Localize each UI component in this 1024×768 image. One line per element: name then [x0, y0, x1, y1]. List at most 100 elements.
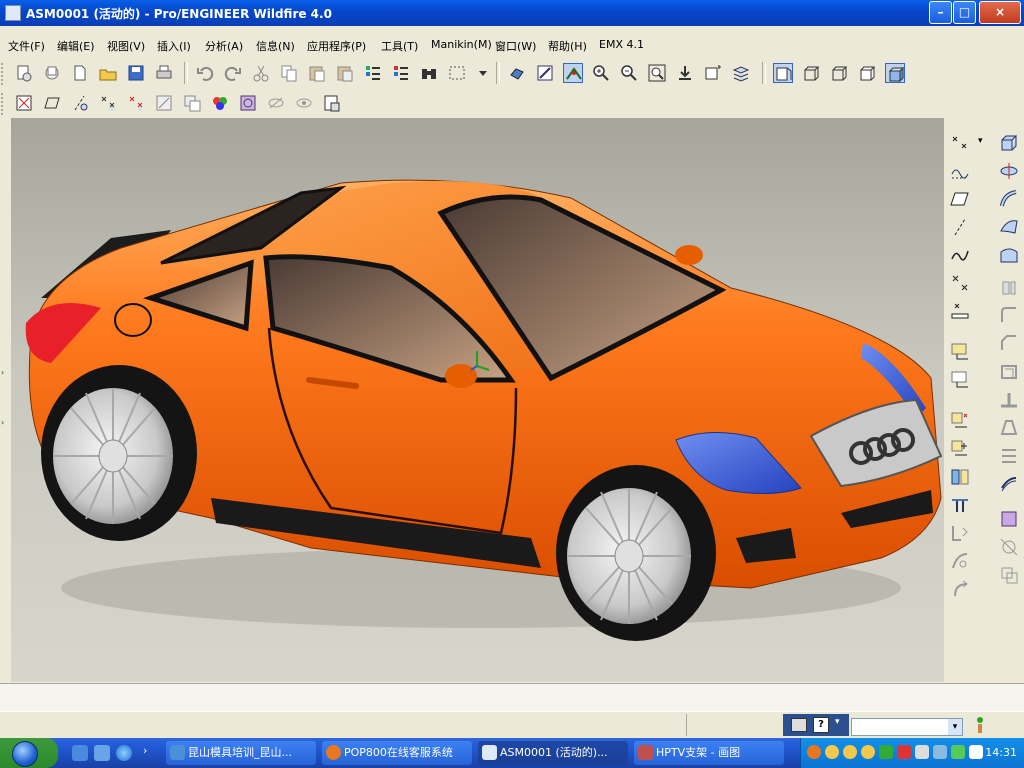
- minimize-button[interactable]: –: [929, 1, 952, 24]
- package-icon[interactable]: [949, 368, 971, 390]
- sketch-curve-icon[interactable]: [949, 160, 971, 182]
- offset-icon[interactable]: [998, 444, 1020, 466]
- wireframe-icon[interactable]: [773, 63, 793, 83]
- undo-icon[interactable]: [195, 63, 215, 83]
- menu-insert[interactable]: 插入(I): [157, 38, 191, 54]
- pattern-icon[interactable]: [949, 494, 971, 516]
- revolve-icon[interactable]: [998, 160, 1020, 182]
- expand-left-icon[interactable]: ›: [1, 368, 4, 377]
- cut-icon[interactable]: [251, 63, 271, 83]
- mirror-component-icon[interactable]: [949, 466, 971, 488]
- datum-axis-tool-icon[interactable]: [949, 216, 971, 238]
- assemble-icon[interactable]: [949, 340, 971, 362]
- annotation-icon[interactable]: [126, 93, 146, 113]
- cable-icon[interactable]: [949, 522, 971, 544]
- tray-qq-icon-2[interactable]: [843, 745, 857, 759]
- select-dropdown-icon[interactable]: [473, 63, 487, 83]
- draft-icon[interactable]: [998, 416, 1020, 438]
- message-area[interactable]: [0, 683, 1024, 712]
- copy-icon[interactable]: [279, 63, 299, 83]
- menu-window[interactable]: 窗口(W): [495, 38, 536, 54]
- new-session-icon[interactable]: [14, 63, 34, 83]
- new-icon[interactable]: [70, 63, 90, 83]
- hide-icon[interactable]: [266, 93, 286, 113]
- color-icon[interactable]: [210, 93, 230, 113]
- drag-icon[interactable]: [949, 578, 971, 600]
- tray-volume-icon[interactable]: [915, 745, 929, 759]
- create-component-icon[interactable]: [949, 410, 971, 432]
- tray-qq-icon-3[interactable]: [861, 745, 875, 759]
- insert-component-icon[interactable]: [949, 438, 971, 460]
- tray-app-icon-2[interactable]: [951, 745, 965, 759]
- hole-icon[interactable]: [998, 276, 1020, 298]
- saved-views-icon[interactable]: [703, 63, 723, 83]
- task-button-proe[interactable]: ASM0001 (活动的)...: [478, 741, 628, 765]
- rib-icon[interactable]: [998, 388, 1020, 410]
- menu-info[interactable]: 信息(N): [256, 38, 295, 54]
- zoom-in-icon[interactable]: [591, 63, 611, 83]
- show-desktop-icon[interactable]: [72, 745, 88, 761]
- tray-security-icon[interactable]: [897, 745, 911, 759]
- paste-icon[interactable]: [307, 63, 327, 83]
- orient-mode-icon[interactable]: [535, 63, 555, 83]
- offset-point-icon[interactable]: [949, 300, 971, 322]
- unhide-icon[interactable]: [294, 93, 314, 113]
- regen-manager-icon[interactable]: [391, 63, 411, 83]
- menu-view[interactable]: 视图(V): [107, 38, 145, 54]
- flexible-icon[interactable]: [949, 550, 971, 572]
- find-icon[interactable]: [419, 63, 439, 83]
- menu-analysis[interactable]: 分析(A): [205, 38, 243, 54]
- menu-applications[interactable]: 应用程序(P): [307, 38, 366, 54]
- explorer-icon[interactable]: [94, 745, 110, 761]
- view-manager-icon[interactable]: [563, 63, 583, 83]
- paste-special-icon[interactable]: [335, 63, 355, 83]
- status-dropdown-icon[interactable]: ▾: [835, 717, 845, 731]
- tray-network-icon[interactable]: [879, 745, 893, 759]
- menu-edit[interactable]: 编辑(E): [57, 38, 95, 54]
- menu-tools[interactable]: 工具(T): [381, 38, 418, 54]
- toolbar-grip[interactable]: [1, 93, 9, 115]
- shell-icon[interactable]: [998, 360, 1020, 382]
- taskbar-clock[interactable]: 14:31: [985, 746, 1017, 759]
- open-folder-icon[interactable]: [98, 63, 118, 83]
- spin-center-icon[interactable]: [507, 63, 527, 83]
- window-titlebar[interactable]: ASM0001 (活动的) - Pro/ENGINEER Wildfire 4.…: [0, 0, 1024, 26]
- sweep-icon[interactable]: [998, 188, 1020, 210]
- shading-icon[interactable]: [857, 63, 877, 83]
- help-icon[interactable]: ?: [813, 717, 829, 733]
- intersect-icon[interactable]: [998, 564, 1020, 586]
- menu-emx[interactable]: EMX 4.1: [599, 38, 644, 51]
- coord-point-icon[interactable]: [949, 272, 971, 294]
- graphics-window[interactable]: [11, 118, 944, 682]
- car-model[interactable]: [11, 118, 944, 682]
- model-tree-icon[interactable]: [322, 93, 342, 113]
- expand-left-icon-2[interactable]: ›: [1, 418, 4, 427]
- reorient-icon[interactable]: [675, 63, 695, 83]
- spin-center-display-icon[interactable]: [154, 93, 174, 113]
- datum-axes-icon[interactable]: [42, 93, 62, 113]
- left-panel-strip[interactable]: › ›: [0, 118, 11, 682]
- smart-filter-select[interactable]: ▾: [851, 718, 963, 736]
- texture-icon[interactable]: [238, 93, 258, 113]
- curve-tool-icon[interactable]: [949, 244, 971, 266]
- menu-file[interactable]: 文件(F): [8, 38, 45, 54]
- maximize-button[interactable]: □: [953, 1, 976, 24]
- internet-explorer-icon[interactable]: [116, 745, 132, 761]
- save-icon[interactable]: [126, 63, 146, 83]
- task-button-browser[interactable]: 昆山模具培训_昆山...: [166, 741, 316, 765]
- datum-planes-icon[interactable]: [14, 93, 34, 113]
- redo-icon[interactable]: [223, 63, 243, 83]
- start-button[interactable]: [0, 738, 58, 768]
- merge-icon[interactable]: [998, 508, 1020, 530]
- boundary-blend-icon[interactable]: [998, 216, 1020, 238]
- no-hidden-icon[interactable]: [829, 63, 849, 83]
- zoom-out-icon[interactable]: [619, 63, 639, 83]
- trim-icon[interactable]: [998, 536, 1020, 558]
- datum-plane-tool-icon[interactable]: [949, 188, 971, 210]
- point-dropdown-icon[interactable]: ▾: [978, 136, 983, 146]
- select-box-icon[interactable]: [447, 63, 467, 83]
- hidden-line-icon[interactable]: [801, 63, 821, 83]
- menu-manikin[interactable]: Manikin(M): [431, 38, 492, 51]
- shading-active-icon[interactable]: [885, 63, 905, 83]
- filter-arrow-icon[interactable]: ▾: [948, 719, 962, 735]
